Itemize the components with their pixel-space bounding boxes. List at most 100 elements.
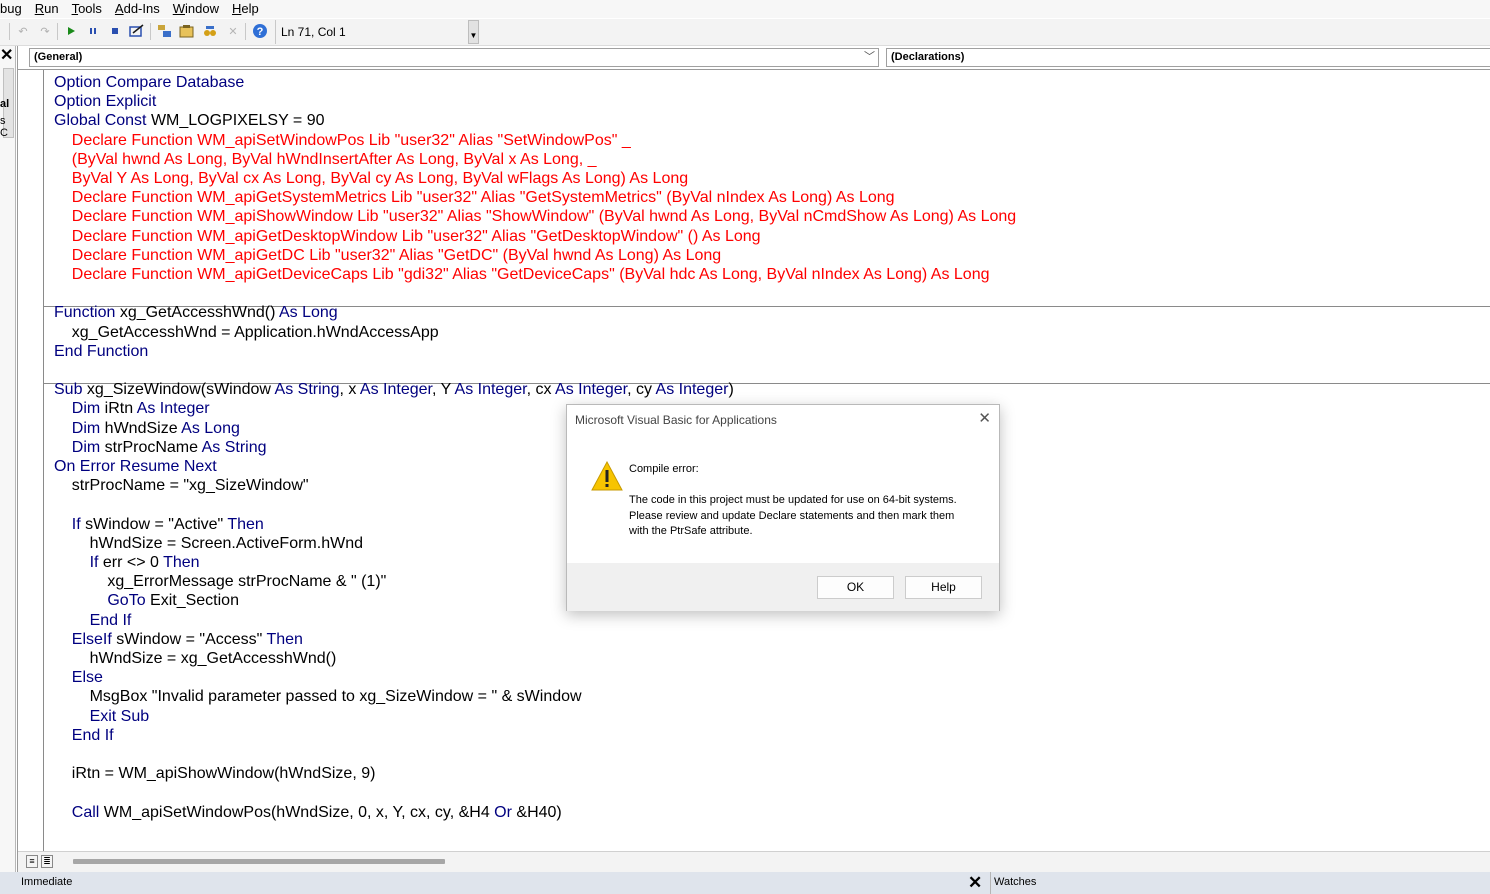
- code-line[interactable]: hWndSize = Screen.ActiveForm.hWnd: [54, 534, 363, 553]
- undo-icon[interactable]: ↶: [14, 22, 32, 40]
- code-keyword: Option Compare Database: [54, 74, 245, 91]
- code-line[interactable]: xg_GetAccesshWnd = Application.hWndAcces…: [54, 323, 439, 342]
- redo-icon[interactable]: ↷: [36, 22, 54, 40]
- help-icon[interactable]: ?: [251, 22, 269, 40]
- warning-icon: [591, 460, 623, 491]
- code-line[interactable]: ByVal Y As Long, ByVal cx As Long, ByVal…: [54, 169, 688, 188]
- code-line[interactable]: Declare Function WM_apiGetSystemMetrics …: [54, 188, 895, 207]
- code-line[interactable]: Option Explicit: [54, 92, 156, 111]
- design-mode-icon[interactable]: [128, 22, 146, 40]
- break-icon[interactable]: [84, 22, 102, 40]
- code-text-segment: hWndSize: [104, 419, 182, 437]
- svg-text:?: ?: [257, 26, 264, 38]
- immediate-window-title[interactable]: Immediate: [21, 876, 72, 888]
- code-keyword: End If: [54, 726, 114, 744]
- menu-add-ins[interactable]: Add-Ins: [115, 1, 160, 17]
- procedure-view-button[interactable]: ≡: [26, 855, 38, 868]
- procedure-combo-value: (Declarations): [891, 51, 965, 63]
- code-line[interactable]: If err <> 0 Then: [54, 553, 200, 572]
- code-keyword: Then: [266, 630, 303, 648]
- code-keyword: Function: [54, 304, 120, 322]
- code-line[interactable]: strProcName = "xg_SizeWindow": [54, 476, 309, 495]
- watches-window-title[interactable]: Watches: [990, 872, 1490, 894]
- code-text-segment: WM_LOGPIXELSY = 90: [150, 112, 325, 130]
- code-error-text: Declare Function WM_apiGetDesktopWindow …: [54, 227, 761, 245]
- ok-button[interactable]: OK: [817, 576, 894, 599]
- code-line[interactable]: Call WM_apiSetWindowPos(hWndSize, 0, x, …: [54, 803, 562, 822]
- code-line[interactable]: If sWindow = "Active" Then: [54, 515, 264, 534]
- code-error-text: Declare Function WM_apiSetWindowPos Lib …: [54, 131, 631, 149]
- menu-tools[interactable]: Tools: [72, 1, 102, 17]
- run-icon[interactable]: [62, 22, 80, 40]
- margin-indicator-bar[interactable]: [18, 70, 44, 852]
- code-keyword: As Integer: [454, 381, 527, 399]
- code-line[interactable]: Else: [54, 668, 103, 687]
- code-text-segment: hWndSize = xg_GetAccesshWnd(): [54, 650, 337, 667]
- properties-window-icon[interactable]: [178, 22, 196, 40]
- procedure-combo[interactable]: (Declarations): [886, 48, 1490, 67]
- code-line[interactable]: Function xg_GetAccesshWnd() As Long: [54, 303, 338, 322]
- code-line[interactable]: GoTo Exit_Section: [54, 591, 239, 610]
- code-line[interactable]: Declare Function WM_apiGetDeviceCaps Lib…: [54, 265, 990, 284]
- menu-help[interactable]: Help: [232, 1, 259, 17]
- menu-bar: bug Run Tools Add-Ins Window Help: [0, 0, 1490, 18]
- code-line[interactable]: Declare Function WM_apiGetDC Lib "user32…: [54, 246, 721, 265]
- menu-help-rest: elp: [241, 1, 259, 16]
- project-explorer-icon[interactable]: [156, 22, 174, 40]
- code-keyword: As Long: [181, 419, 240, 437]
- code-line[interactable]: End If: [54, 726, 114, 745]
- menu-window-rest: indow: [185, 1, 219, 16]
- menu-window[interactable]: Window: [173, 1, 219, 17]
- code-line[interactable]: Dim hWndSize As Long: [54, 419, 240, 438]
- code-line[interactable]: On Error Resume Next: [54, 457, 217, 476]
- close-icon[interactable]: ✕: [978, 409, 991, 427]
- code-line[interactable]: Declare Function WM_apiGetDesktopWindow …: [54, 227, 761, 246]
- toolbox-icon[interactable]: ✕: [224, 22, 242, 40]
- close-icon[interactable]: ✕: [0, 48, 14, 64]
- code-line[interactable]: Option Compare Database: [54, 73, 244, 92]
- object-browser-icon[interactable]: [201, 22, 219, 40]
- code-keyword: Dim: [54, 400, 105, 418]
- code-line[interactable]: xg_ErrorMessage strProcName & " (1)": [54, 572, 386, 591]
- code-text-segment: , Y: [431, 381, 455, 399]
- code-line[interactable]: End If: [54, 611, 132, 630]
- code-line[interactable]: Exit Sub: [54, 707, 150, 726]
- code-error-text: ByVal Y As Long, ByVal cx As Long, ByVal…: [54, 170, 689, 187]
- code-line[interactable]: ElseIf sWindow = "Access" Then: [54, 630, 303, 649]
- code-text-segment: sWindow = "Active": [85, 515, 228, 533]
- code-text-segment: , cy: [627, 381, 656, 399]
- reset-icon[interactable]: [106, 22, 124, 40]
- code-line[interactable]: Dim strProcName As String: [54, 438, 267, 457]
- code-line[interactable]: End Function: [54, 342, 148, 361]
- dialog-heading: Compile error:: [629, 463, 699, 475]
- code-line[interactable]: (ByVal hwnd As Long, ByVal hWndInsertAft…: [54, 150, 597, 169]
- code-line[interactable]: hWndSize = xg_GetAccesshWnd(): [54, 649, 337, 668]
- code-line[interactable]: Declare Function WM_apiShowWindow Lib "u…: [54, 207, 1016, 226]
- code-line[interactable]: iRtn = WM_apiShowWindow(hWndSize, 9): [54, 764, 376, 783]
- code-line[interactable]: Declare Function WM_apiSetWindowPos Lib …: [54, 131, 631, 150]
- code-text-segment: Exit_Section: [150, 592, 239, 610]
- menu-tools-rest: ools: [78, 1, 102, 16]
- horizontal-scrollbar[interactable]: [73, 859, 445, 864]
- code-line[interactable]: MsgBox "Invalid parameter passed to xg_S…: [54, 687, 582, 706]
- code-line[interactable]: Sub xg_SizeWindow(sWindow As String, x A…: [54, 380, 734, 399]
- menu-run[interactable]: Run: [35, 1, 59, 17]
- code-line[interactable]: Dim iRtn As Integer: [54, 399, 210, 418]
- menu-debug[interactable]: bug: [0, 1, 22, 17]
- object-combo[interactable]: (General) ﹀: [29, 48, 879, 67]
- code-text-segment: , cx: [526, 381, 556, 399]
- help-button[interactable]: Help: [905, 576, 982, 599]
- code-keyword: ElseIf: [54, 630, 117, 648]
- toolbar-overflow-chevron-icon[interactable]: ▼: [468, 20, 479, 44]
- chevron-down-icon[interactable]: ﹀: [864, 49, 875, 66]
- code-text-segment: xg_ErrorMessage strProcName & " (1)": [54, 573, 387, 591]
- toolbar-separator: [9, 23, 10, 40]
- code-text-segment: &H40): [516, 803, 562, 821]
- close-icon[interactable]: ✕: [968, 874, 982, 892]
- code-line[interactable]: Global Const WM_LOGPIXELSY = 90: [54, 111, 325, 130]
- code-text-segment: strProcName = "xg_SizeWindow": [54, 477, 309, 495]
- code-error-text: Declare Function WM_apiShowWindow Lib "u…: [54, 208, 1017, 226]
- code-keyword: GoTo: [54, 592, 151, 610]
- code-text-segment: iRtn: [104, 400, 137, 418]
- full-module-view-button[interactable]: ≣: [41, 855, 53, 868]
